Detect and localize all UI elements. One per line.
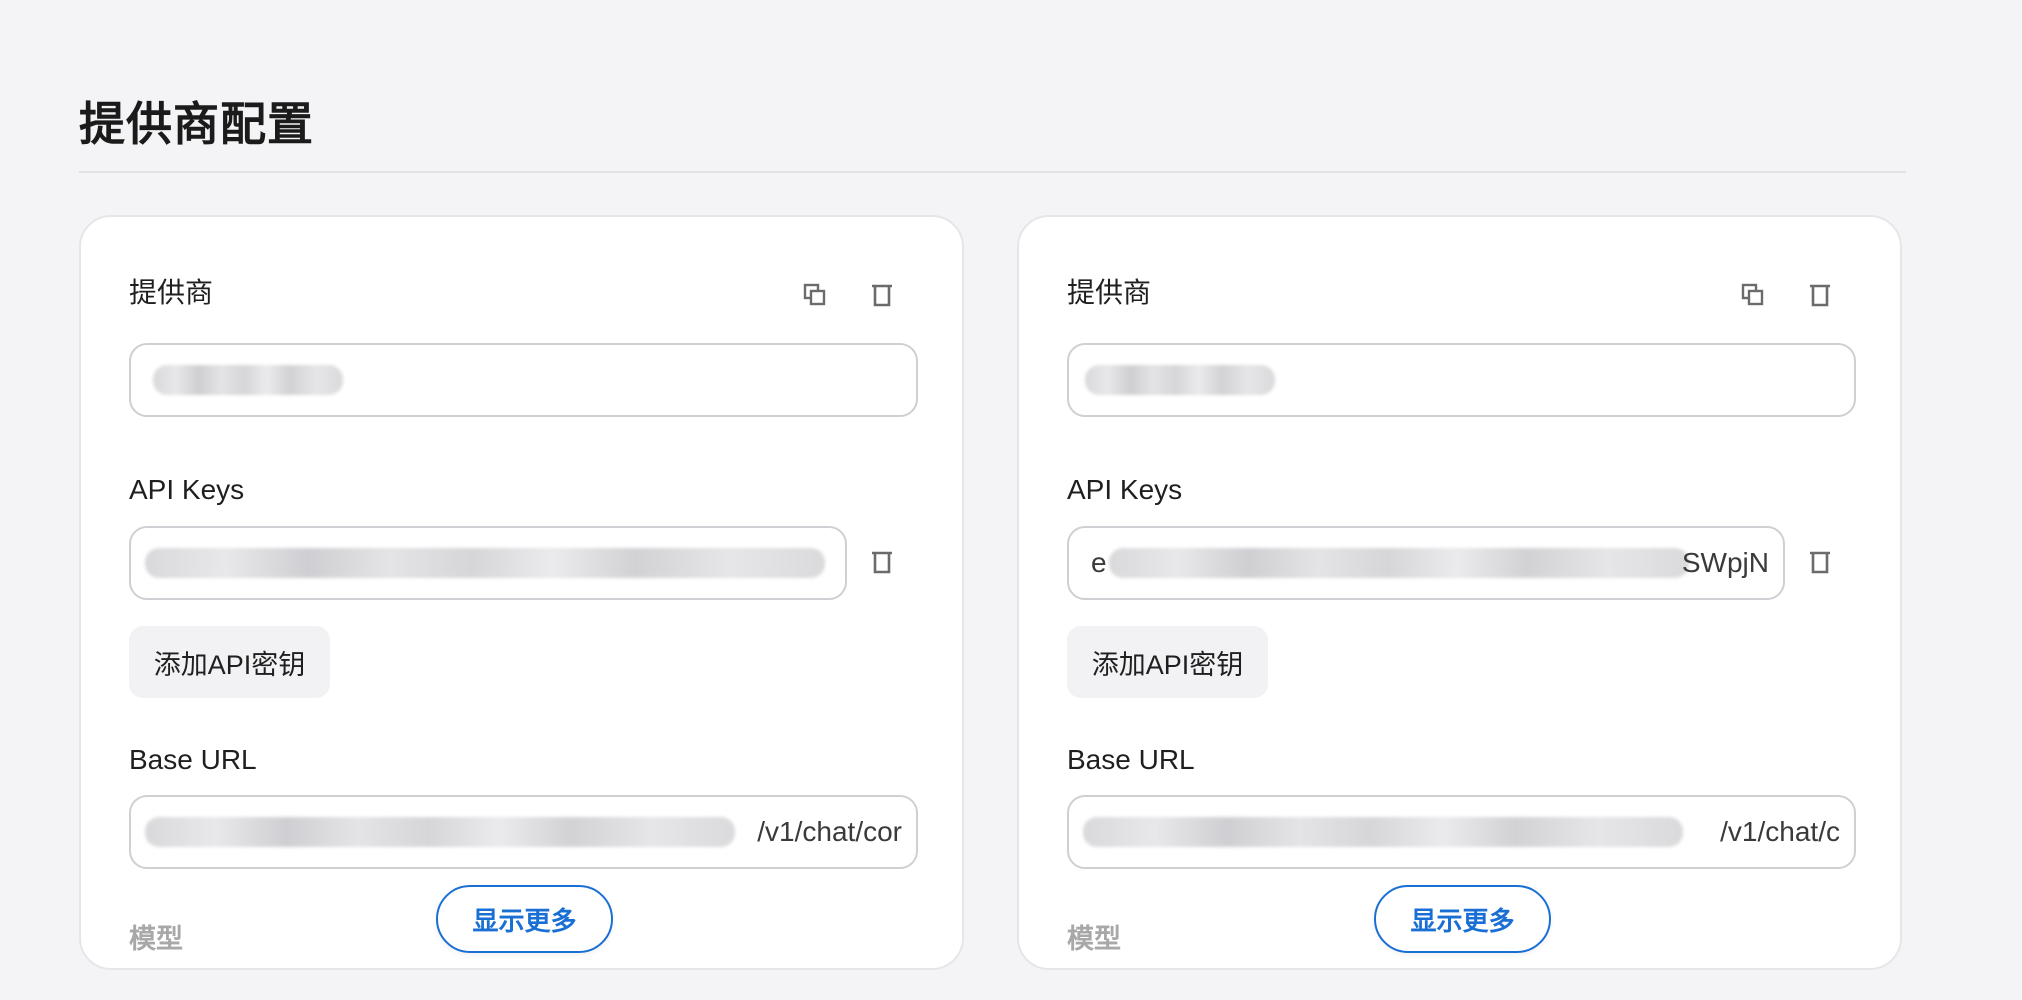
trash-icon bbox=[872, 551, 892, 574]
redacted-blur bbox=[1109, 548, 1689, 578]
base-url-label: Base URL bbox=[129, 744, 257, 775]
api-key-prefix: e bbox=[1091, 547, 1107, 578]
provider-card: 提供商 API Keys 添加API密钥 Base URL /v1/chat/c… bbox=[79, 215, 964, 970]
show-more-button[interactable]: 显示更多 bbox=[436, 885, 613, 953]
title-divider bbox=[79, 171, 1906, 173]
base-url-value: /v1/chat/c bbox=[1720, 816, 1840, 847]
api-keys-label: API Keys bbox=[1067, 474, 1183, 505]
delete-provider-button[interactable] bbox=[1798, 273, 1842, 317]
model-label: 模型 bbox=[1067, 924, 1121, 954]
delete-api-key-button[interactable] bbox=[1798, 540, 1842, 584]
redacted-blur bbox=[1085, 365, 1275, 395]
api-keys-label: API Keys bbox=[129, 474, 245, 505]
base-url-input[interactable]: /v1/chat/c bbox=[1067, 795, 1856, 869]
redacted-blur bbox=[145, 817, 735, 847]
show-more-button[interactable]: 显示更多 bbox=[1374, 885, 1551, 953]
page-title: 提供商配置 bbox=[79, 98, 314, 150]
add-api-key-button[interactable]: 添加API密钥 bbox=[129, 626, 330, 698]
provider-card: 提供商 API Keys e SWpjN 添加API密钥 Base URL /v… bbox=[1017, 215, 1902, 970]
trash-icon bbox=[872, 284, 892, 307]
base-url-label: Base URL bbox=[1067, 744, 1195, 775]
redacted-blur bbox=[145, 548, 825, 578]
api-key-value: SWpjN bbox=[1681, 547, 1769, 578]
api-key-input[interactable] bbox=[129, 526, 847, 600]
copy-icon bbox=[803, 283, 826, 306]
base-url-value: /v1/chat/cor bbox=[757, 816, 902, 847]
base-url-input[interactable]: /v1/chat/cor bbox=[129, 795, 918, 869]
trash-icon bbox=[1810, 551, 1830, 574]
redacted-blur bbox=[153, 365, 343, 395]
delete-api-key-button[interactable] bbox=[860, 540, 904, 584]
redacted-blur bbox=[1083, 817, 1683, 847]
copy-icon bbox=[1741, 283, 1764, 306]
copy-provider-button[interactable] bbox=[793, 273, 837, 317]
provider-label: 提供商 bbox=[1067, 277, 1152, 308]
provider-label: 提供商 bbox=[129, 277, 214, 308]
add-api-key-button[interactable]: 添加API密钥 bbox=[1067, 626, 1268, 698]
provider-name-input[interactable] bbox=[129, 343, 918, 417]
delete-provider-button[interactable] bbox=[860, 273, 904, 317]
api-key-input[interactable]: e SWpjN bbox=[1067, 526, 1785, 600]
copy-provider-button[interactable] bbox=[1731, 273, 1775, 317]
model-label: 模型 bbox=[129, 924, 183, 954]
trash-icon bbox=[1810, 284, 1830, 307]
provider-name-input[interactable] bbox=[1067, 343, 1856, 417]
